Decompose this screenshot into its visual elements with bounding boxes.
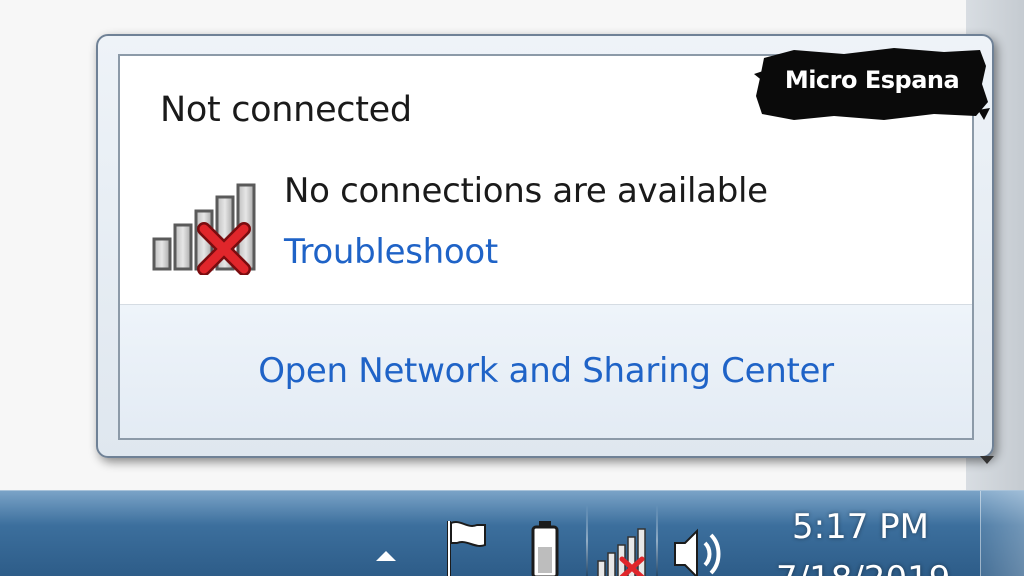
clock-date[interactable]: 7/18/2019 [776, 559, 950, 576]
troubleshoot-link[interactable]: Troubleshoot [284, 232, 498, 272]
open-network-sharing-center-link[interactable]: Open Network and Sharing Center [120, 351, 972, 391]
show-desktop-button[interactable] [980, 491, 1024, 576]
desktop: Not connected No connections are availab… [0, 0, 1024, 576]
tray-separator [656, 505, 658, 576]
watermark-logo: Micro Espana [754, 44, 990, 124]
network-disconnected-icon[interactable] [592, 515, 652, 576]
show-hidden-icons-arrow-icon[interactable] [370, 515, 402, 576]
wireless-signal-disconnected-icon [152, 183, 256, 275]
clock-time[interactable]: 5:17 PM [792, 507, 929, 547]
volume-icon[interactable] [664, 515, 730, 576]
flyout-heading: Not connected [160, 90, 412, 130]
taskbar: 5:17 PM 7/18/2019 [0, 490, 1024, 576]
battery-icon[interactable] [520, 515, 570, 576]
tray-separator [586, 505, 588, 576]
watermark-text: Micro Espana [784, 66, 960, 94]
connection-status-text: No connections are available [284, 171, 768, 211]
flyout-footer: Open Network and Sharing Center [120, 305, 972, 438]
flyout-corner-grip [980, 456, 994, 464]
action-center-flag-icon[interactable] [436, 515, 496, 576]
